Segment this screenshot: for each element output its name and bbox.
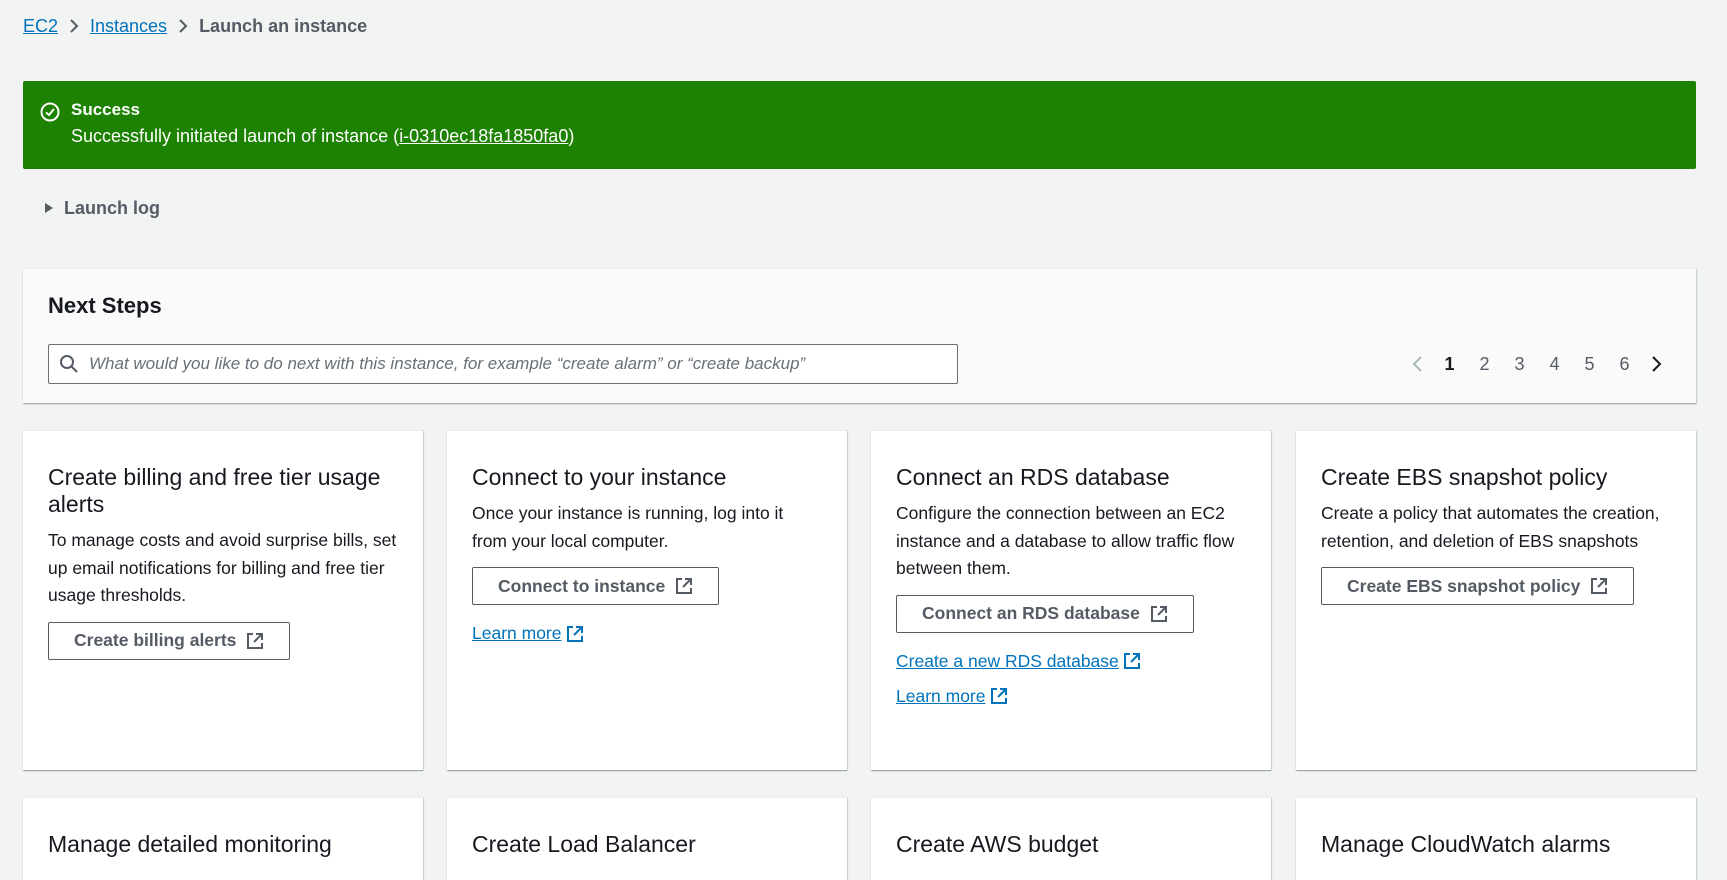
card-title: Connect to your instance [472,464,727,490]
page-button-2[interactable]: 2 [1467,354,1502,375]
button-label: Connect an RDS database [922,603,1140,623]
button-label: Create billing alerts [74,630,237,650]
external-link-icon [1150,605,1167,622]
flash-message-suffix: ) [568,126,575,146]
link-label: Create a new RDS database [896,650,1119,671]
instance-id-link[interactable]: i-0310ec18fa1850fa0 [399,126,568,146]
card-ebs-snapshot-policy: Create EBS snapshot policy Create a poli… [1296,430,1696,770]
card-connect-instance: Connect to your instance Once your insta… [447,430,847,770]
pagination: 1 2 3 4 5 6 [1402,349,1672,379]
button-label: Create EBS snapshot policy [1347,575,1581,596]
create-billing-alerts-button[interactable]: Create billing alerts [48,621,291,660]
learn-more-link[interactable]: Learn more [472,623,584,644]
page-button-3[interactable]: 3 [1502,354,1537,375]
flash-message: Successfully initiated launch of instanc… [71,123,574,149]
card-description: Once your instance is running, log into … [472,503,784,551]
card-title: Create billing and free tier usage alert… [48,464,381,517]
next-steps-title: Next Steps [48,293,162,318]
next-steps-panel: Next Steps 1 2 3 4 5 6 [23,268,1696,403]
card-title: Manage detailed monitoring [48,831,332,857]
create-rds-database-link[interactable]: Create a new RDS database [896,651,1141,672]
chevron-right-icon [1652,356,1662,372]
card-aws-budget: Create AWS budget [871,797,1271,880]
link-label: Learn more [472,623,562,643]
connect-to-instance-button[interactable]: Connect to instance [472,567,720,605]
flash-content: Success Successfully initiated launch of… [71,99,574,169]
breadcrumb-instances[interactable]: Instances [90,16,167,37]
external-link-icon [566,625,583,642]
chevron-left-icon [1412,356,1422,372]
breadcrumb-ec2[interactable]: EC2 [23,16,58,37]
connect-rds-database-button[interactable]: Connect an RDS database [896,594,1194,633]
button-label: Connect to instance [498,575,666,596]
card-title: Create EBS snapshot policy [1321,464,1608,490]
external-link-icon [1123,653,1140,669]
success-flash: Success Successfully initiated launch of… [23,81,1696,169]
card-description: Create a policy that automates the creat… [1321,503,1660,551]
breadcrumb: EC2 Instances Launch an instance [23,14,367,38]
card-description: To manage costs and avoid surprise bills… [48,530,397,605]
page-button-1[interactable]: 1 [1432,354,1467,375]
page-button-4[interactable]: 4 [1537,354,1572,375]
link-label: Learn more [896,685,986,706]
next-steps-search [48,344,958,384]
chevron-right-icon [167,18,199,34]
external-link-icon [247,632,264,649]
learn-more-link[interactable]: Learn more [896,686,1008,707]
card-title: Connect an RDS database [896,464,1170,490]
card-title: Create Load Balancer [472,831,696,857]
card-detailed-monitoring: Manage detailed monitoring [23,797,423,880]
page-button-6[interactable]: 6 [1607,354,1642,375]
card-description: Configure the connection between an EC2 … [896,503,1235,578]
card-load-balancer: Create Load Balancer [447,797,847,880]
caret-right-icon [45,203,53,213]
next-steps-search-input[interactable] [89,354,949,374]
flash-title: Success [71,100,140,119]
launch-log-label: Launch log [64,197,160,218]
card-title: Create AWS budget [896,831,1099,857]
check-circle-icon [40,102,60,122]
chevron-right-icon [58,18,90,34]
launch-log-toggle[interactable]: Launch log [44,196,160,220]
flash-message-prefix: Successfully initiated launch of instanc… [71,126,400,146]
external-link-icon [676,578,693,594]
card-billing-alerts: Create billing and free tier usage alert… [23,430,423,770]
card-cloudwatch-alarms: Manage CloudWatch alarms [1296,797,1696,880]
card-connect-rds: Connect an RDS database Configure the co… [871,430,1271,770]
external-link-icon [990,688,1007,704]
card-title: Manage CloudWatch alarms [1321,831,1611,857]
create-ebs-snapshot-policy-button[interactable]: Create EBS snapshot policy [1321,567,1635,605]
breadcrumb-current: Launch an instance [199,15,368,36]
page-button-5[interactable]: 5 [1572,354,1607,375]
previous-page-button[interactable] [1402,349,1432,379]
next-page-button[interactable] [1642,349,1672,379]
search-icon [60,355,78,373]
external-link-icon [1591,578,1608,594]
